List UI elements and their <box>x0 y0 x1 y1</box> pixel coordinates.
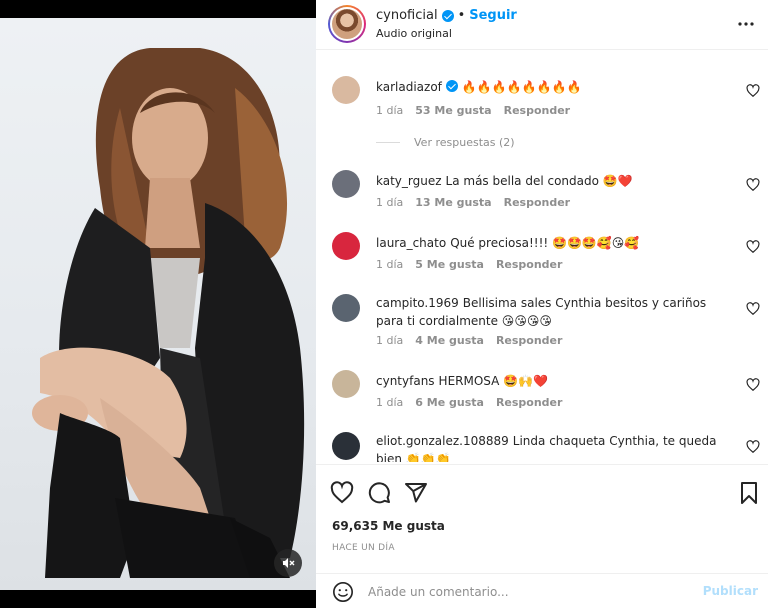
publish-button[interactable]: Publicar <box>703 584 758 598</box>
heart-icon[interactable] <box>746 84 760 98</box>
comment-meta: 1 día 5 Me gusta Responder <box>376 258 562 271</box>
mute-button[interactable] <box>274 549 302 577</box>
woman-in-leather-jacket-image <box>32 48 305 578</box>
commenter-avatar[interactable] <box>332 76 360 104</box>
comment-time[interactable]: 1 día <box>376 334 403 347</box>
post-date[interactable]: HACE UN DÍA <box>332 543 395 553</box>
emoji-icon[interactable] <box>332 581 354 603</box>
muted-speaker-icon <box>283 558 295 568</box>
follow-button[interactable]: Seguir <box>469 8 517 23</box>
reply-button[interactable]: Responder <box>504 104 571 117</box>
reply-button[interactable]: Responder <box>496 258 563 271</box>
view-replies-label: Ver respuestas (2) <box>414 136 515 149</box>
reply-button[interactable]: Responder <box>496 334 563 347</box>
comment-body: karladiazof 🔥🔥🔥🔥🔥🔥🔥🔥 <box>376 78 726 96</box>
bookmark-icon[interactable] <box>737 481 761 505</box>
comment-input[interactable] <box>368 580 688 604</box>
comment-likes[interactable]: 4 Me gusta <box>415 334 484 347</box>
send-icon[interactable] <box>404 481 428 505</box>
comment-icon[interactable] <box>367 481 391 505</box>
comment-meta: 1 día 4 Me gusta Responder <box>376 334 562 347</box>
comment-text: La más bella del condado 🤩❤️ <box>445 174 633 188</box>
post-actions: 69,635 Me gusta HACE UN DÍA <box>316 464 768 584</box>
separator-dot: • <box>457 8 466 23</box>
commenter-avatar[interactable] <box>332 170 360 198</box>
comment-body: katy_rguez La más bella del condado 🤩❤️ <box>376 172 726 190</box>
comment-meta: 1 día 13 Me gusta Responder <box>376 196 570 209</box>
comment-likes[interactable]: 5 Me gusta <box>415 258 484 271</box>
comment-username[interactable]: laura_chato <box>376 236 446 250</box>
author-username[interactable]: cynoficial <box>376 8 438 23</box>
comment-text: HERMOSA 🤩🙌❤️ <box>438 374 548 388</box>
comment-time[interactable]: 1 día <box>376 258 403 271</box>
more-horizontal-icon[interactable] <box>736 14 756 34</box>
comment-username[interactable]: katy_rguez <box>376 174 442 188</box>
audio-link[interactable]: Audio original <box>376 27 452 40</box>
commenter-avatar[interactable] <box>332 232 360 260</box>
view-replies-button[interactable]: Ver respuestas (2) <box>376 136 515 149</box>
comment-body: campito.1969 Bellisima sales Cynthia besi… <box>376 294 726 330</box>
comment-time[interactable]: 1 día <box>376 104 403 117</box>
commenter-avatar[interactable] <box>332 294 360 322</box>
comment-time[interactable]: 1 día <box>376 396 403 409</box>
verified-badge-icon <box>441 9 454 22</box>
replies-divider <box>376 142 400 143</box>
comment-body: cyntyfans HERMOSA 🤩🙌❤️ <box>376 372 726 390</box>
post-media[interactable] <box>0 0 316 608</box>
comment-likes[interactable]: 53 Me gusta <box>415 104 491 117</box>
comment-username[interactable]: cyntyfans <box>376 374 435 388</box>
comment-likes[interactable]: 6 Me gusta <box>415 396 484 409</box>
heart-icon[interactable] <box>746 240 760 254</box>
heart-icon[interactable] <box>746 378 760 392</box>
comment-username[interactable]: campito.1969 <box>376 296 459 310</box>
comment-time[interactable]: 1 día <box>376 196 403 209</box>
comment-text: 🔥🔥🔥🔥🔥🔥🔥🔥 <box>461 80 582 94</box>
verified-badge-icon <box>445 80 458 92</box>
author-line: cynoficial • Seguir <box>376 8 517 23</box>
add-comment-bar: Publicar <box>316 573 768 608</box>
comment-body: eliot.gonzalez.108889 Linda chaqueta Cynt… <box>376 432 726 462</box>
post-sidebar: cynoficial • Seguir Audio original karla… <box>316 0 768 608</box>
commenter-avatar[interactable] <box>332 432 360 460</box>
comments-list[interactable]: karladiazof 🔥🔥🔥🔥🔥🔥🔥🔥 1 día 53 Me gusta Re… <box>316 70 768 462</box>
heart-icon[interactable] <box>330 481 354 505</box>
post-header: cynoficial • Seguir Audio original <box>316 0 768 50</box>
heart-icon[interactable] <box>746 440 760 454</box>
post-likes-count[interactable]: 69,635 Me gusta <box>332 519 445 533</box>
comment-username[interactable]: karladiazof <box>376 80 442 94</box>
comment-likes[interactable]: 13 Me gusta <box>415 196 491 209</box>
comment-username[interactable]: eliot.gonzalez.108889 <box>376 434 509 448</box>
reply-button[interactable]: Responder <box>496 396 563 409</box>
instagram-post-modal: cynoficial • Seguir Audio original karla… <box>0 0 768 608</box>
author-avatar[interactable] <box>328 5 366 43</box>
comment-meta: 1 día 53 Me gusta Responder <box>376 104 570 117</box>
reply-button[interactable]: Responder <box>504 196 571 209</box>
comment-text: Qué preciosa!!!! 🤩🤩🤩🥰😘🥰 <box>450 236 640 250</box>
commenter-avatar[interactable] <box>332 370 360 398</box>
comment-meta: 1 día 6 Me gusta Responder <box>376 396 562 409</box>
comment-body: laura_chato Qué preciosa!!!! 🤩🤩🤩🥰😘🥰 <box>376 234 726 252</box>
heart-icon[interactable] <box>746 302 760 316</box>
post-photo[interactable] <box>0 18 316 590</box>
heart-icon[interactable] <box>746 178 760 192</box>
